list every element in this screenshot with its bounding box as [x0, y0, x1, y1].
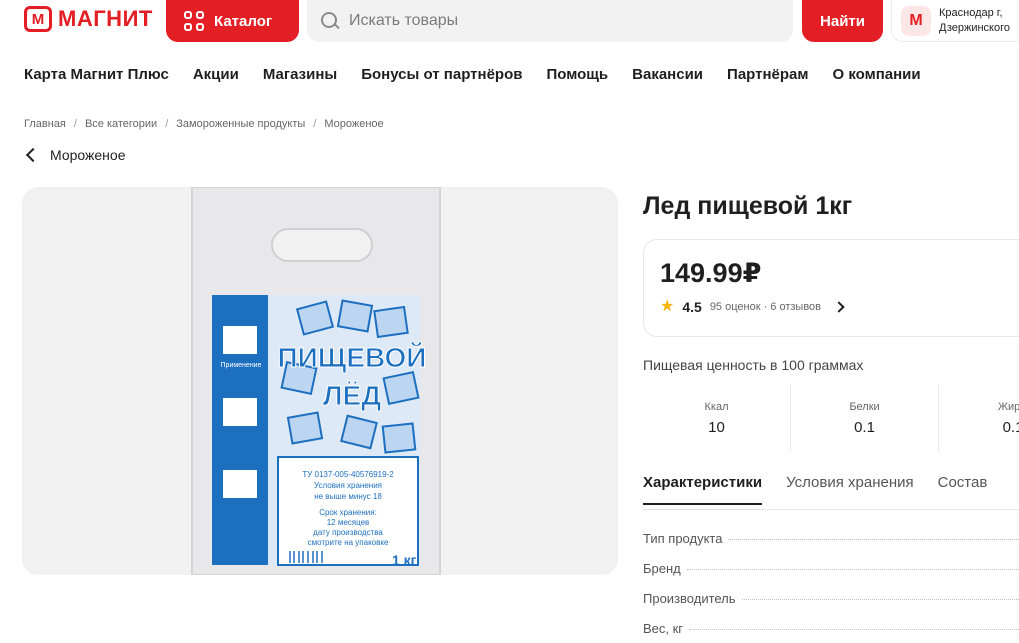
- location-text: Краснодар г, Дзержинского: [939, 6, 1010, 36]
- spec-row: Бренд: [643, 561, 1019, 591]
- spec-leader: [686, 569, 1019, 570]
- location-line2: Дзержинского: [939, 21, 1010, 34]
- pack-shelf-1: Срок хранения:: [319, 508, 377, 517]
- breadcrumb-ice-cream[interactable]: Мороженое: [324, 118, 383, 130]
- product-title: Лед пищевой 1кг: [643, 192, 853, 220]
- price-card: 149.99₽ ★ 4.5 95 оценок · 6 отзывов: [643, 239, 1019, 337]
- back-link[interactable]: Мороженое: [24, 147, 125, 163]
- pack-shelf-3: дату производства: [313, 528, 383, 537]
- pack-side-label: Применение: [221, 362, 262, 369]
- spec-leader: [728, 539, 1019, 540]
- chevron-left-icon: [25, 147, 41, 163]
- spec-label: Вес, кг: [643, 621, 684, 636]
- breadcrumb-home[interactable]: Главная: [24, 118, 66, 130]
- nutrition-title: Пищевая ценность в 100 граммах: [643, 357, 864, 373]
- nutrition-item-protein: Белки 0.1: [791, 385, 939, 451]
- nav-item-about[interactable]: О компании: [832, 66, 920, 83]
- catalog-label: Каталог: [214, 12, 273, 30]
- spec-row: Тип продукта: [643, 531, 1019, 561]
- nav-item-magnit-plus[interactable]: Карта Магнит Плюс: [24, 66, 169, 83]
- pack-title-1: ПИЩЕВОЙ: [278, 341, 427, 373]
- pack-tu: ТУ 0137-005-40576919-2: [302, 470, 394, 479]
- logo-text: МАГНИТ: [58, 6, 153, 31]
- grid-icon: [184, 11, 204, 31]
- nav-item-stores[interactable]: Магазины: [263, 66, 337, 83]
- chevron-right-icon: [833, 301, 845, 313]
- catalog-button[interactable]: Каталог: [166, 0, 299, 42]
- back-label: Мороженое: [50, 147, 126, 163]
- nav-item-promotions[interactable]: Акции: [193, 66, 239, 83]
- nav-item-partner-bonuses[interactable]: Бонусы от партнёров: [361, 66, 522, 83]
- nav-item-vacancies[interactable]: Вакансии: [632, 66, 703, 83]
- breadcrumb: Главная / Все категории / Замороженные п…: [24, 118, 384, 130]
- search-input[interactable]: [349, 12, 769, 30]
- nutrition-value: 10: [708, 418, 725, 436]
- rating-value: 4.5: [682, 299, 702, 315]
- pack-shelf-2: 12 месяцев: [327, 518, 370, 527]
- spec-leader: [689, 629, 1019, 630]
- pack-shelf-4: смотрите на упаковке: [308, 538, 389, 547]
- rating-meta: 95 оценок · 6 отзывов: [709, 301, 822, 313]
- nutrition-label: Жиры: [997, 400, 1019, 413]
- tab-storage-conditions[interactable]: Условия хранения: [786, 474, 914, 505]
- find-button[interactable]: Найти: [802, 0, 883, 42]
- pack-storage-1: Условия хранения: [314, 481, 382, 490]
- tabs-divider: [643, 509, 1019, 510]
- breadcrumb-separator: /: [313, 118, 317, 130]
- product-tabs: Характеристики Условия хранения Состав: [643, 474, 987, 505]
- pack-weight: 1 кг: [392, 552, 417, 568]
- spec-row: Вес, кг: [643, 621, 1019, 643]
- pack-storage-2: не выше минус 18: [314, 492, 382, 501]
- nutrition-label: Ккал: [704, 400, 729, 413]
- header: М МАГНИТ Каталог Найти М Краснодар г, Дз…: [0, 0, 1019, 44]
- nutrition-value: 0.1: [854, 418, 875, 436]
- store-location[interactable]: М Краснодар г, Дзержинского: [891, 0, 1019, 42]
- nutrition-label: Белки: [849, 400, 880, 413]
- nutrition-table: Ккал 10 Белки 0.1 Жиры 0.1: [643, 385, 1019, 451]
- nutrition-item-fat: Жиры 0.1: [939, 385, 1019, 451]
- store-badge-icon: М: [901, 5, 931, 36]
- rating-link[interactable]: ★ 4.5 95 оценок · 6 отзывов: [660, 298, 845, 315]
- product-price: 149.99₽: [660, 258, 762, 288]
- search-icon: [321, 12, 339, 30]
- specs-list: Тип продукта Бренд Производитель Вес, кг: [643, 531, 1019, 643]
- magnit-logo[interactable]: М МАГНИТ: [24, 6, 153, 32]
- breadcrumb-separator: /: [73, 118, 77, 130]
- nav-item-help[interactable]: Помощь: [546, 66, 608, 83]
- spec-row: Производитель: [643, 591, 1019, 621]
- main-nav: Карта Магнит Плюс Акции Магазины Бонусы …: [24, 66, 921, 83]
- tab-composition[interactable]: Состав: [938, 474, 988, 505]
- spec-leader: [741, 599, 1019, 600]
- breadcrumb-all-categories[interactable]: Все категории: [85, 118, 157, 130]
- spec-label: Бренд: [643, 561, 681, 576]
- star-icon: ★: [660, 298, 675, 315]
- logo-mark-icon: М: [24, 6, 52, 32]
- nav-item-partners[interactable]: Партнёрам: [727, 66, 808, 83]
- spec-label: Тип продукта: [643, 531, 723, 546]
- spec-label: Производитель: [643, 591, 736, 606]
- nutrition-value: 0.1: [1002, 418, 1019, 436]
- breadcrumb-frozen[interactable]: Замороженные продукты: [176, 118, 305, 130]
- pack-title-2: ЛЁД: [323, 380, 381, 411]
- product-image[interactable]: ПИЩЕВОЙ ЛЁД Применение ТУ 0137-005-40576…: [22, 187, 618, 575]
- breadcrumb-separator: /: [165, 118, 169, 130]
- ice-bag-illustration: ПИЩЕВОЙ ЛЁД Применение ТУ 0137-005-40576…: [191, 187, 441, 575]
- search-bar: [307, 0, 793, 42]
- nutrition-item-kcal: Ккал 10: [643, 385, 791, 451]
- tab-characteristics[interactable]: Характеристики: [643, 474, 763, 505]
- location-line1: Краснодар г,: [939, 6, 1003, 19]
